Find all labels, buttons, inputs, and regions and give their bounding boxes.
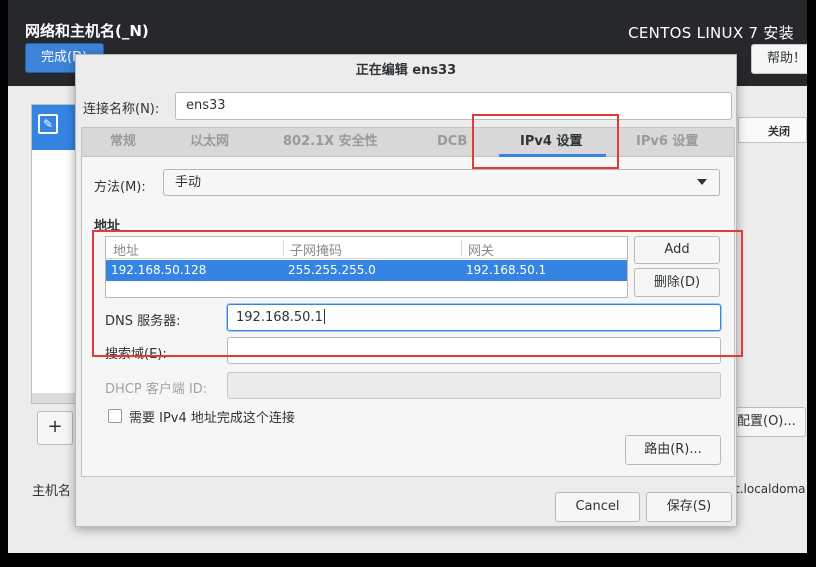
require-ipv4-checkbox[interactable] <box>108 409 122 423</box>
connection-name-label: 连接名称(N): <box>83 102 160 117</box>
search-domains-input[interactable] <box>227 337 721 364</box>
table-row[interactable]: 192.168.50.128 255.255.255.0 192.168.50.… <box>106 260 627 281</box>
cell-gateway[interactable]: 192.168.50.1 <box>466 263 546 277</box>
column-divider <box>283 240 284 256</box>
cell-address[interactable]: 192.168.50.128 <box>111 263 206 277</box>
product-title: CENTOS LINUX 7 安装 <box>628 24 794 42</box>
dialog-title: 正在编辑 ens33 <box>355 63 457 78</box>
tab-ethernet[interactable]: 以太网 <box>190 128 229 156</box>
column-divider <box>461 240 462 256</box>
settings-tabbar: 常规 以太网 802.1X 安全性 DCB IPv4 设置 IPv6 设置 <box>81 127 735 157</box>
column-header-address[interactable]: 地址 <box>113 240 139 259</box>
address-table-header: 地址 子网掩码 网关 <box>106 237 627 259</box>
hostname-label: 主机名 <box>32 484 72 499</box>
help-button[interactable]: 帮助！ <box>751 44 807 74</box>
address-table[interactable]: 地址 子网掩码 网关 192.168.50.128 255.255.255.0 … <box>105 236 628 298</box>
save-button[interactable]: 保存(S) <box>646 492 732 522</box>
edit-connection-dialog: 正在编辑 ens33 连接名称(N): ens33 常规 以太网 802.1X … <box>75 54 737 527</box>
search-domains-label: 搜索域(E): <box>105 347 167 362</box>
method-dropdown[interactable]: 手动 <box>163 169 720 196</box>
text-cursor <box>323 309 325 324</box>
dns-servers-label: DNS 服务器: <box>105 314 181 329</box>
current-hostname-value: t.localdoma <box>735 482 806 496</box>
tab-8021x-security[interactable]: 802.1X 安全性 <box>283 128 378 156</box>
interface-toggle-label: 关闭 <box>768 125 790 138</box>
spoke-title: 网络和主机名(_N) <box>25 22 149 40</box>
tab-ipv4-settings[interactable]: IPv4 设置 <box>520 128 582 156</box>
connection-name-input[interactable]: ens33 <box>175 92 732 120</box>
dns-servers-input[interactable]: 192.168.50.1 <box>227 304 721 331</box>
delete-address-button[interactable]: 删除(D) <box>634 268 720 297</box>
configure-button[interactable]: 配置(O)... <box>730 407 806 437</box>
dhcp-client-id-label: DHCP 客户端 ID: <box>105 382 208 397</box>
cancel-button[interactable]: Cancel <box>555 492 640 522</box>
dns-servers-value: 192.168.50.1 <box>236 310 323 325</box>
method-value: 手动 <box>175 175 202 190</box>
routes-button[interactable]: 路由(R)... <box>625 435 721 465</box>
address-section-heading: 地址 <box>94 219 121 234</box>
require-ipv4-label[interactable]: 需要 IPv4 地址完成这个连接 <box>129 407 295 426</box>
tab-general[interactable]: 常规 <box>110 128 136 156</box>
add-address-button[interactable]: Add <box>634 236 720 264</box>
method-label: 方法(M): <box>94 180 146 195</box>
add-interface-button[interactable]: + <box>37 411 73 445</box>
column-header-netmask[interactable]: 子网掩码 <box>290 240 342 259</box>
dhcp-client-id-input <box>227 372 721 399</box>
chevron-down-icon <box>697 179 707 185</box>
column-header-gateway[interactable]: 网关 <box>468 240 494 259</box>
tab-ipv6-settings[interactable]: IPv6 设置 <box>636 128 698 156</box>
cell-netmask[interactable]: 255.255.255.0 <box>288 263 376 277</box>
ethernet-icon: ✎ <box>38 114 58 134</box>
tab-dcb[interactable]: DCB <box>437 128 467 156</box>
